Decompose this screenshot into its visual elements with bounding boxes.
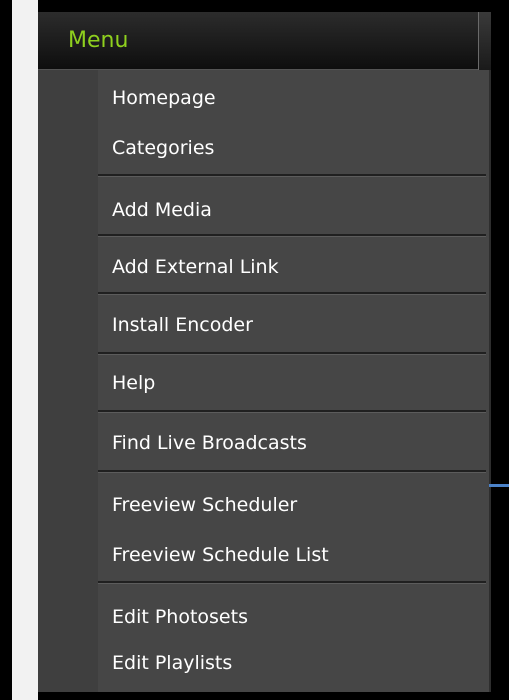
scrollbar[interactable] xyxy=(478,12,491,70)
menu-item-freeview-schedule-list[interactable]: Freeview Schedule List xyxy=(112,543,329,567)
menu-item-add-media[interactable]: Add Media xyxy=(112,198,212,222)
menu-divider xyxy=(98,470,486,473)
menu-item-homepage[interactable]: Homepage xyxy=(112,86,216,110)
menu-item-edit-playlists[interactable]: Edit Playlists xyxy=(112,651,232,675)
menu-title: Menu xyxy=(68,28,129,53)
menu-icon-gutter xyxy=(38,70,98,692)
menu-item-help[interactable]: Help xyxy=(112,371,155,395)
menu-item-install-encoder[interactable]: Install Encoder xyxy=(112,313,253,337)
menu-item-find-live-broadcasts[interactable]: Find Live Broadcasts xyxy=(112,431,307,455)
menu-divider xyxy=(98,292,486,295)
page-edge-strip xyxy=(12,0,38,700)
menu-item-freeview-scheduler[interactable]: Freeview Scheduler xyxy=(112,493,297,517)
menu-divider xyxy=(98,174,486,177)
scroll-indicator xyxy=(489,484,509,487)
menu-divider xyxy=(98,581,486,584)
menu-divider xyxy=(98,234,486,237)
menu-item-edit-photosets[interactable]: Edit Photosets xyxy=(112,605,248,629)
menu-item-categories[interactable]: Categories xyxy=(112,136,214,160)
menu-header: Menu xyxy=(38,12,478,70)
menu-divider xyxy=(98,410,486,413)
menu-item-add-external-link[interactable]: Add External Link xyxy=(112,255,279,279)
menu-divider xyxy=(98,352,486,355)
